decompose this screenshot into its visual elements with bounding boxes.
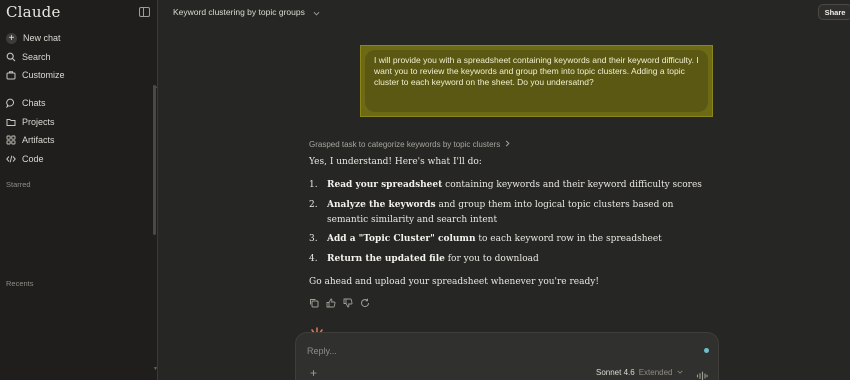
sidebar-item-customize[interactable]: Customize <box>6 67 65 83</box>
step-number: 1. <box>309 180 318 190</box>
sidebar-toggle-icon[interactable] <box>139 7 150 17</box>
chevron-right-icon <box>504 140 511 149</box>
step-text: Analyze the keywords and group them into… <box>327 198 709 228</box>
retry-icon[interactable] <box>360 295 370 308</box>
step-number: 4. <box>309 253 318 264</box>
step-text: Add a "Topic Cluster" column to each key… <box>327 232 662 247</box>
reply-input[interactable]: Reply... <box>307 346 337 356</box>
step-rest: for you to download <box>444 253 539 264</box>
status-dot-icon <box>704 348 709 353</box>
share-button[interactable]: Share <box>818 4 850 20</box>
assistant-message: Yes, I understand! Here's what I'll do: … <box>309 156 709 289</box>
sidebar-item-label: Code <box>22 154 44 164</box>
sidebar-item-label: Chats <box>22 98 46 108</box>
sidebar-item-label: Artifacts <box>22 135 55 145</box>
step-bold: Return the updated file <box>327 253 445 264</box>
step-bold: Analyze the keywords <box>327 199 436 210</box>
sidebar-item-label: Customize <box>22 70 65 80</box>
thumbs-down-icon[interactable] <box>343 295 353 308</box>
step-text: Read your spreadsheet containing keyword… <box>327 178 702 193</box>
app-logo[interactable]: Claude <box>6 3 61 21</box>
folder-icon <box>6 117 16 127</box>
list-item: 3. Add a "Topic Cluster" column to each … <box>309 232 709 247</box>
assistant-intro: Yes, I understand! Here's what I'll do: <box>309 157 482 167</box>
message-composer: Reply... + Sonnet 4.6 Extended <box>295 332 719 380</box>
thumbs-up-icon[interactable] <box>326 295 336 308</box>
sidebar-item-chats[interactable]: Chats <box>6 95 46 111</box>
chat-bubble-icon <box>6 98 16 108</box>
scroll-down-arrow-icon[interactable]: ▼ <box>153 366 158 372</box>
search-icon <box>6 52 16 62</box>
sidebar-item-projects[interactable]: Projects <box>6 114 55 130</box>
sidebar-item-label: Projects <box>22 117 55 127</box>
list-item: 2. Analyze the keywords and group them i… <box>309 198 709 228</box>
model-mode: Extended <box>638 368 673 377</box>
sidebar-scrollbar[interactable] <box>153 85 156 235</box>
assistant-step-list: 1. Read your spreadsheet containing keyw… <box>309 178 709 267</box>
starred-section-label: Starred <box>6 180 31 189</box>
user-message: I will provide you with a spreadsheet co… <box>365 50 708 112</box>
add-attachment-icon[interactable]: + <box>310 366 317 380</box>
copy-icon[interactable] <box>309 295 319 308</box>
assistant-closing: Go ahead and upload your spreadsheet whe… <box>309 276 599 287</box>
model-name: Sonnet 4.6 <box>596 368 635 377</box>
plus-circle-icon: + <box>6 32 17 44</box>
list-item: 1. Read your spreadsheet containing keyw… <box>309 178 709 193</box>
grid-icon <box>6 135 16 145</box>
step-number: 3. <box>309 234 318 244</box>
chevron-down-icon <box>313 9 320 16</box>
sidebar: Claude + New chat Search Customize Chats… <box>0 0 158 380</box>
conversation-title-button[interactable]: Keyword clustering by topic groups <box>173 7 320 17</box>
sidebar-item-code[interactable]: Code <box>6 151 44 167</box>
recents-section-label: Recents <box>6 279 34 288</box>
step-bold: Add a "Topic Cluster" column <box>327 234 476 244</box>
step-rest: to each keyword row in the spreadsheet <box>475 234 662 244</box>
sidebar-item-artifacts[interactable]: Artifacts <box>6 132 55 148</box>
step-bold: Read your spreadsheet <box>327 180 443 190</box>
user-message-highlight: I will provide you with a spreadsheet co… <box>360 45 713 117</box>
chevron-down-icon <box>676 368 683 377</box>
sidebar-item-search[interactable]: Search <box>6 49 51 65</box>
thought-summary-text: Grasped task to categorize keywords by t… <box>309 140 501 149</box>
model-selector[interactable]: Sonnet 4.6 Extended <box>596 368 683 377</box>
code-icon <box>6 154 16 164</box>
step-rest: containing keywords and their keyword di… <box>442 180 702 190</box>
briefcase-icon <box>6 70 16 80</box>
conversation-title: Keyword clustering by topic groups <box>173 7 305 17</box>
thought-summary-toggle[interactable]: Grasped task to categorize keywords by t… <box>309 140 511 149</box>
sidebar-item-label: Search <box>22 52 51 62</box>
sidebar-item-label: New chat <box>23 33 61 43</box>
message-actions <box>309 295 370 308</box>
step-text: Return the updated file for you to downl… <box>327 252 539 267</box>
list-item: 4. Return the updated file for you to do… <box>309 252 709 267</box>
step-number: 2. <box>309 199 318 210</box>
sidebar-item-new-chat[interactable]: + New chat <box>6 30 61 46</box>
voice-mode-icon[interactable] <box>696 368 708 380</box>
